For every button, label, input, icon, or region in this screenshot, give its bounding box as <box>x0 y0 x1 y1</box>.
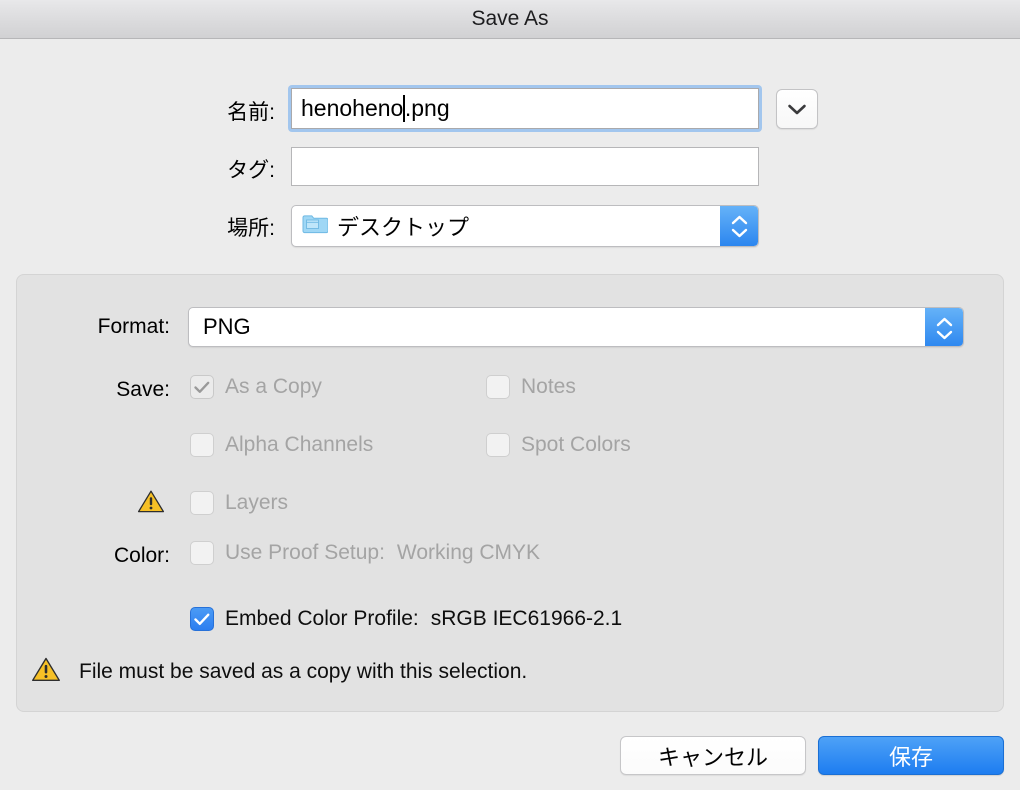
checkbox-row-spot-colors[interactable]: Spot Colors <box>486 433 631 457</box>
save-form-area: 名前: henoheno .png タグ: 場所: デスクトップ <box>0 40 1020 270</box>
checkbox-row-layers[interactable]: Layers <box>190 491 288 515</box>
checkmark-icon <box>194 381 210 393</box>
tags-label: タグ: <box>227 159 275 182</box>
location-stepper[interactable] <box>720 206 758 246</box>
checkbox-use-proof-setup[interactable] <box>190 541 214 565</box>
checkbox-label-alpha-channels: Alpha Channels <box>225 433 374 456</box>
checkbox-row-use-proof-setup[interactable]: Use Proof Setup: Working CMYK <box>190 541 540 565</box>
location-popup-button[interactable]: デスクトップ <box>291 205 759 247</box>
filename-input[interactable]: henoheno .png <box>291 88 759 129</box>
filename-text-before-caret: henoheno <box>301 95 404 121</box>
checkbox-label-spot-colors: Spot Colors <box>521 433 631 456</box>
dialog-titlebar: Save As <box>0 0 1020 39</box>
checkbox-row-notes[interactable]: Notes <box>486 375 576 399</box>
checkbox-label-notes: Notes <box>521 375 576 398</box>
warning-triangle-icon <box>137 489 165 519</box>
checkbox-as-a-copy[interactable] <box>190 375 214 399</box>
checkbox-row-as-a-copy[interactable]: As a Copy <box>190 375 322 399</box>
layers-warning-icon-wrap <box>137 489 165 519</box>
format-value: PNG <box>203 314 251 339</box>
checkmark-icon <box>194 613 210 625</box>
checkbox-notes[interactable] <box>486 375 510 399</box>
checkbox-row-embed-color-profile[interactable]: Embed Color Profile: sRGB IEC61966-2.1 <box>190 607 622 631</box>
cancel-button[interactable]: キャンセル <box>620 736 806 775</box>
checkbox-embed-color-profile[interactable] <box>190 607 214 631</box>
checkbox-label-use-proof-setup: Use Proof Setup: <box>225 541 385 564</box>
save-button[interactable]: 保存 <box>818 736 1004 775</box>
name-label: 名前: <box>227 101 275 124</box>
checkbox-alpha-channels[interactable] <box>190 433 214 457</box>
format-stepper[interactable] <box>925 308 963 346</box>
chevron-up-icon <box>936 317 953 327</box>
save-warning-text: File must be saved as a copy with this s… <box>79 660 528 683</box>
chevron-down-icon <box>936 330 953 340</box>
color-options-label: Color: <box>113 544 170 567</box>
checkbox-label-layers: Layers <box>225 491 289 514</box>
location-value: デスクトップ <box>337 215 470 240</box>
save-warning-message: File must be saved as a copy with this s… <box>31 656 527 688</box>
warning-triangle-icon <box>31 656 61 688</box>
folder-icon <box>302 213 329 239</box>
expand-browser-button[interactable] <box>776 89 818 129</box>
chevron-down-icon <box>731 228 748 238</box>
checkbox-row-alpha-channels[interactable]: Alpha Channels <box>190 433 373 457</box>
chevron-down-icon <box>787 103 807 116</box>
embed-color-profile-value: sRGB IEC61966-2.1 <box>430 607 623 630</box>
use-proof-setup-value: Working CMYK <box>396 541 541 564</box>
filename-text-after-caret: .png <box>404 95 450 121</box>
checkbox-layers[interactable] <box>190 491 214 515</box>
location-label: 場所: <box>227 217 275 240</box>
checkbox-label-embed-color-profile: Embed Color Profile: <box>225 607 419 630</box>
checkbox-spot-colors[interactable] <box>486 433 510 457</box>
format-label: Format: <box>97 315 170 338</box>
tags-input[interactable] <box>291 147 759 186</box>
save-options-label: Save: <box>116 378 170 401</box>
chevron-up-icon <box>731 215 748 225</box>
format-popup-button[interactable]: PNG <box>188 307 964 347</box>
checkbox-label-as-a-copy: As a Copy <box>225 375 322 398</box>
dialog-title: Save As <box>471 7 549 30</box>
